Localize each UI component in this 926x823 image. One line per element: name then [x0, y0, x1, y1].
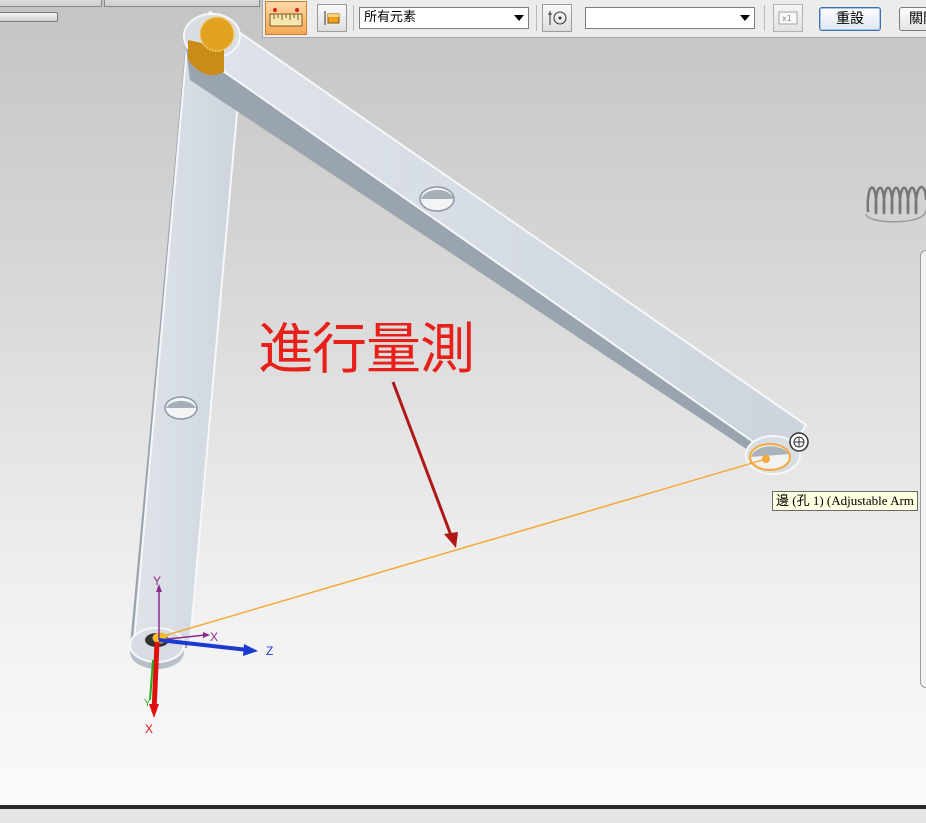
axis-label-x-red: X [145, 722, 154, 736]
axis-label-z: Z [266, 644, 274, 658]
model-viewport[interactable] [0, 0, 926, 823]
left-link-arm[interactable] [129, 34, 244, 669]
side-panel-edge[interactable] [920, 250, 926, 688]
annotation-arrow [391, 381, 458, 548]
spring-fragment [865, 185, 926, 223]
diagonal-link-arm[interactable] [183, 10, 808, 475]
snap-cursor-icon [789, 432, 809, 452]
measure-line [159, 458, 767, 638]
axis-label-x: X [210, 630, 219, 644]
hover-tooltip: 邊 (孔 1) (Adjustable Arm [772, 491, 918, 511]
status-strip [0, 809, 926, 823]
selected-hole[interactable] [749, 443, 791, 471]
axis-label-y: Y [153, 574, 162, 588]
annotation-text: 進行量測 [258, 317, 475, 381]
axis-label-y-green: Y [144, 698, 151, 709]
